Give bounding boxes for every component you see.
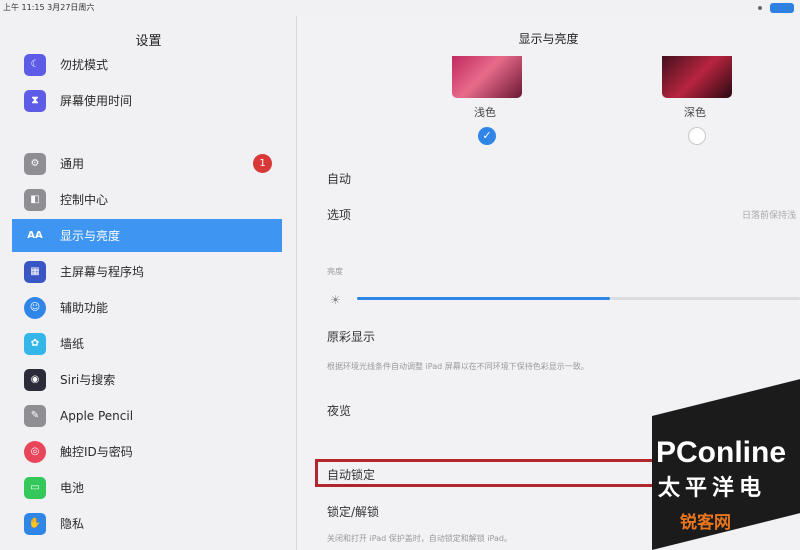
siri-icon: ◉ xyxy=(24,368,46,391)
hand-icon: ✋ xyxy=(24,512,46,535)
sidebar-item-label: Siri与搜索 xyxy=(60,373,116,387)
sidebar-item-control-center[interactable]: ◧ 控制中心 xyxy=(12,183,282,216)
light-mode-radio[interactable]: ✓ xyxy=(478,127,496,145)
flower-icon: ✿ xyxy=(24,332,46,355)
sidebar-item-privacy[interactable]: ✋ 隐私 xyxy=(12,507,282,540)
settings-sidebar: 设置 ☾ 勿扰模式 ⧗ 屏幕使用时间 ⚙ 通用 1 ◧ 控制中心 AA 显示与亮… xyxy=(0,16,297,550)
grid-icon: ▦ xyxy=(24,260,46,283)
sidebar-item-label: 隐私 xyxy=(60,517,85,531)
sidebar-item-do-not-disturb[interactable]: ☾ 勿扰模式 xyxy=(12,48,282,81)
auto-lock-label[interactable]: 自动锁定 xyxy=(327,466,375,483)
dark-mode-label: 深色 xyxy=(684,106,706,119)
sidebar-item-accessibility[interactable]: ☺ 辅助功能 xyxy=(12,291,282,324)
sidebar-title: 设置 xyxy=(135,34,162,49)
light-mode-label: 浅色 xyxy=(474,106,496,119)
watermark-site: 锐客网 xyxy=(680,513,731,533)
options-label[interactable]: 选项 xyxy=(327,206,351,223)
gear-icon: ⚙ xyxy=(24,152,46,175)
true-tone-description: 根据环境光线条件自动调整 iPad 屏幕以在不同环境下保持色彩显示一致。 xyxy=(327,362,589,371)
status-time: 上午 11:15 3月27日周六 xyxy=(3,3,95,12)
sun-icon: ☀ xyxy=(330,293,341,307)
text-size-icon: AA xyxy=(24,224,46,247)
brightness-section-label: 亮度 xyxy=(327,267,343,276)
accessibility-icon: ☺ xyxy=(24,296,46,319)
dark-mode-radio[interactable] xyxy=(688,127,706,145)
hourglass-icon: ⧗ xyxy=(24,89,46,112)
sidebar-item-label: 勿扰模式 xyxy=(60,58,109,72)
sidebar-item-label: 辅助功能 xyxy=(60,301,109,315)
sidebar-item-label: 主屏幕与程序坞 xyxy=(60,265,145,279)
sidebar-item-label: 控制中心 xyxy=(60,193,109,207)
sidebar-item-battery[interactable]: ▭ 电池 xyxy=(12,471,282,504)
notification-badge: 1 xyxy=(253,154,272,173)
sidebar-item-display-brightness[interactable]: AA 显示与亮度 xyxy=(12,219,282,252)
battery-status-icon xyxy=(770,3,794,13)
sidebar-item-apple-pencil[interactable]: ✎ Apple Pencil xyxy=(12,399,282,432)
brightness-slider[interactable] xyxy=(357,297,800,300)
sidebar-item-touch-id-passcode[interactable]: ◎ 触控ID与密码 xyxy=(12,435,282,468)
battery-icon: ▭ xyxy=(24,476,46,499)
toggles-icon: ◧ xyxy=(24,188,46,211)
wifi-icon xyxy=(758,6,762,10)
sidebar-item-general[interactable]: ⚙ 通用 1 xyxy=(12,147,282,180)
status-bar: 上午 11:15 3月27日周六 xyxy=(0,0,800,16)
options-value: 日落前保持浅 xyxy=(741,211,796,221)
sidebar-item-label: 屏幕使用时间 xyxy=(60,94,133,108)
sidebar-item-label: 墙纸 xyxy=(60,337,85,351)
sidebar-item-label: Apple Pencil xyxy=(60,408,134,423)
pencil-icon: ✎ xyxy=(24,404,46,427)
light-mode-preview[interactable] xyxy=(452,56,522,98)
fingerprint-icon: ◎ xyxy=(24,440,46,463)
watermark-cn: 太平洋电 xyxy=(658,476,767,501)
sidebar-item-label: 电池 xyxy=(60,481,85,495)
night-shift-label[interactable]: 夜览 xyxy=(327,402,351,419)
brightness-slider-fill xyxy=(357,297,610,300)
lock-unlock-description: 关闭和打开 iPad 保护盖时，自动锁定和解锁 iPad。 xyxy=(327,534,512,543)
lock-unlock-label[interactable]: 锁定/解锁 xyxy=(327,503,379,520)
dark-mode-preview[interactable] xyxy=(662,56,732,98)
sidebar-item-siri-search[interactable]: ◉ Siri与搜索 xyxy=(12,363,282,396)
watermark-brand: PConline xyxy=(656,436,787,469)
sidebar-item-label: 通用 xyxy=(60,157,85,171)
auto-appearance-label[interactable]: 自动 xyxy=(327,170,351,187)
page-title: 显示与亮度 xyxy=(518,32,579,46)
moon-icon: ☾ xyxy=(24,53,46,76)
sidebar-item-label: 触控ID与密码 xyxy=(60,445,133,459)
sidebar-item-screen-time[interactable]: ⧗ 屏幕使用时间 xyxy=(12,84,282,117)
sidebar-item-label: 显示与亮度 xyxy=(60,229,121,243)
sidebar-item-wallpaper[interactable]: ✿ 墙纸 xyxy=(12,327,282,360)
sidebar-item-home-screen-dock[interactable]: ▦ 主屏幕与程序坞 xyxy=(12,255,282,288)
true-tone-label[interactable]: 原彩显示 xyxy=(327,328,375,345)
